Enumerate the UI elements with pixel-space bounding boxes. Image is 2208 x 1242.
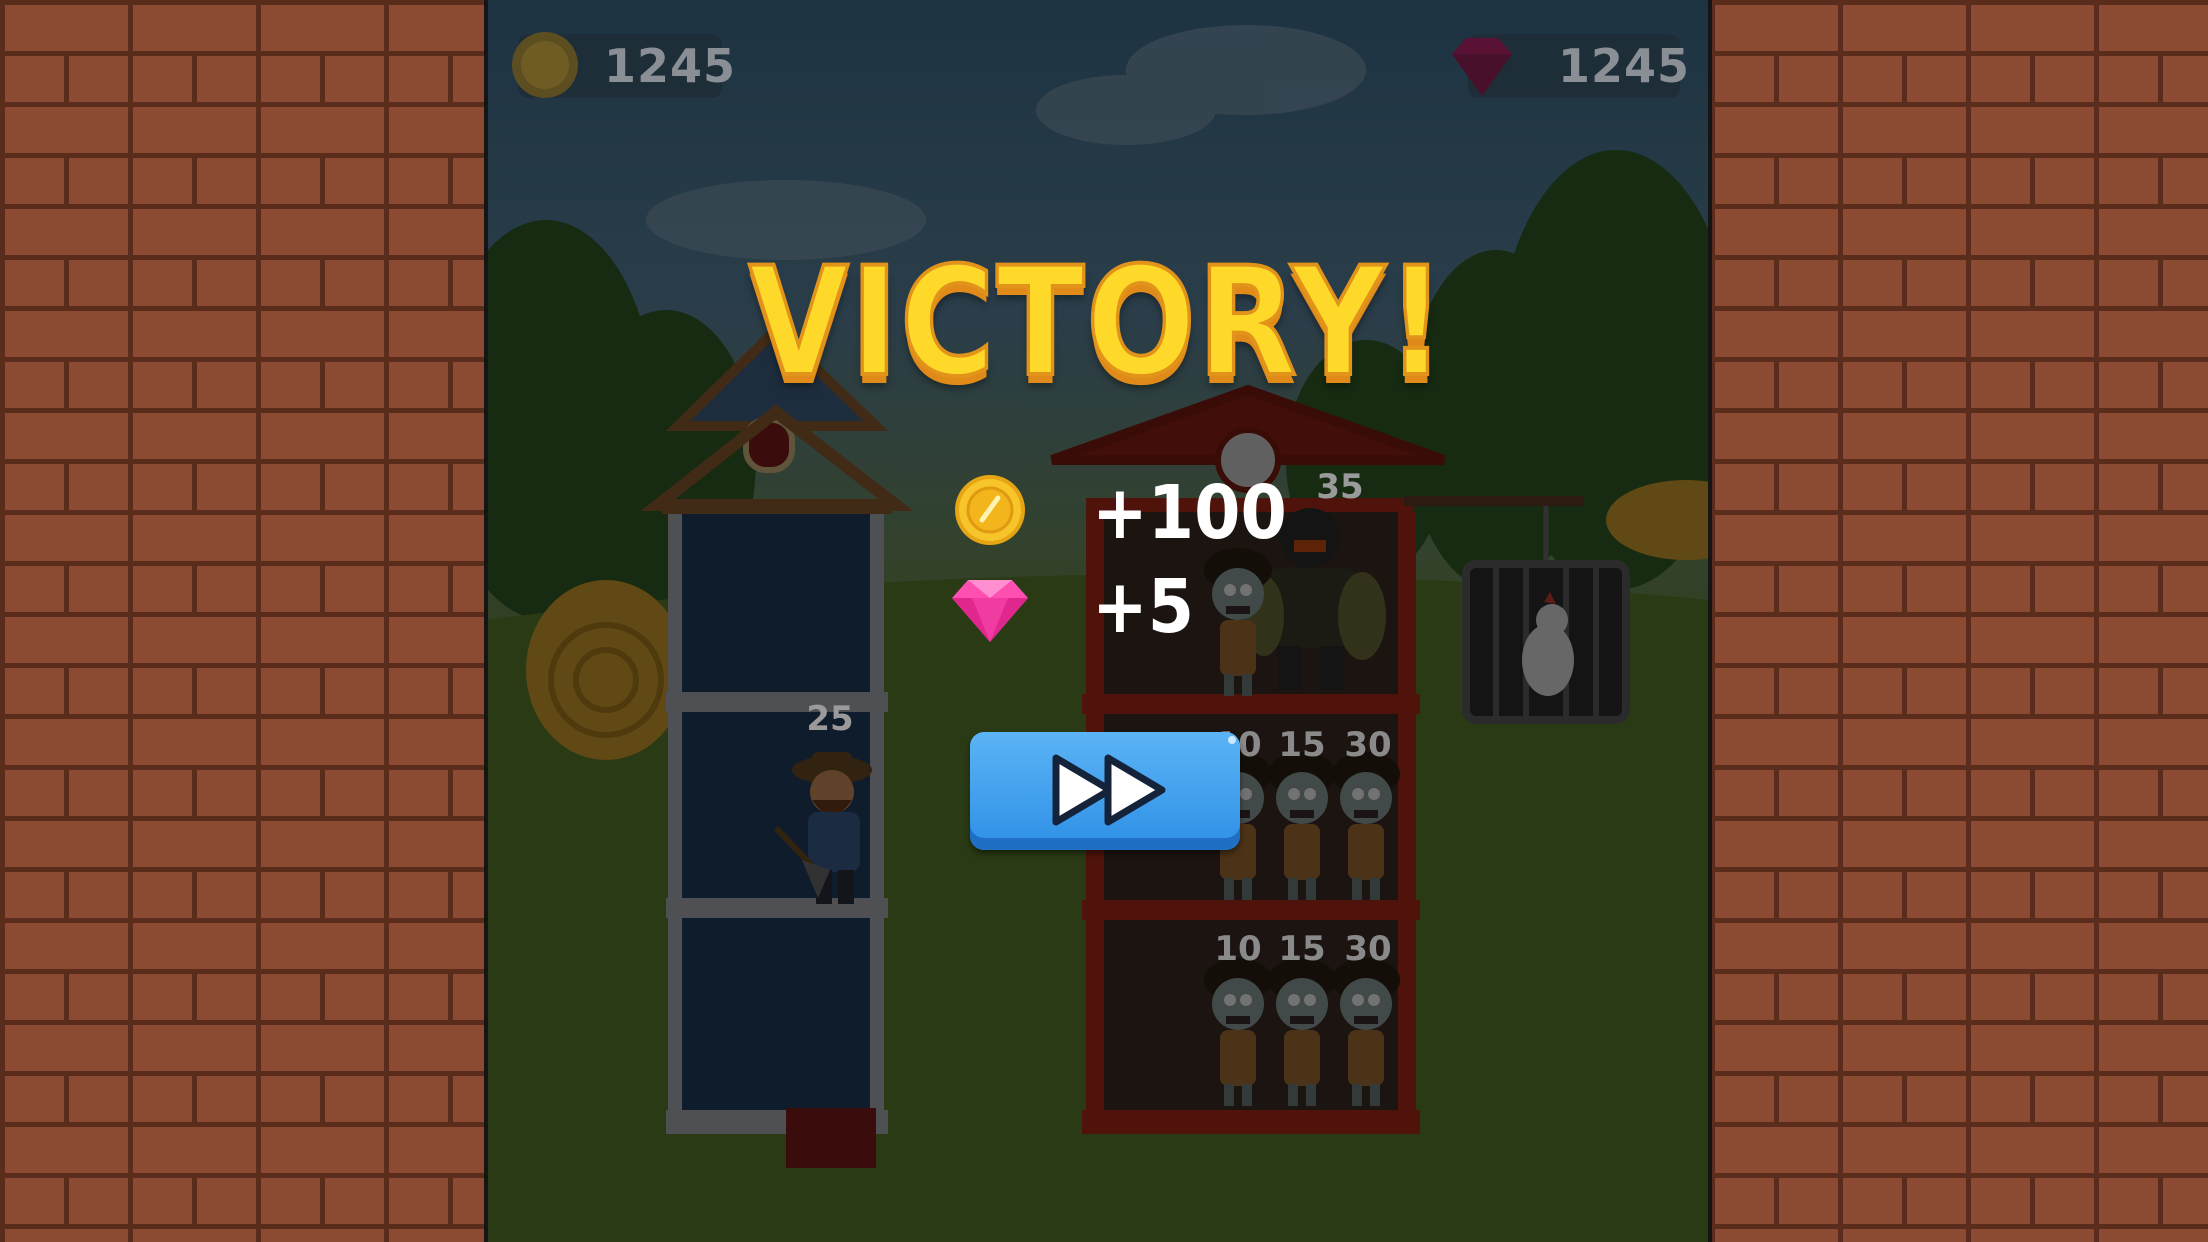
- enemy-power-label: 30: [1344, 929, 1391, 969]
- victory-title: VICTORY!: [747, 234, 1448, 412]
- brick-wall-right: [1710, 0, 2208, 1242]
- player-power-label: 25: [806, 699, 853, 739]
- fast-forward-icon: [1052, 736, 1236, 826]
- brick-wall-left: [0, 0, 486, 1242]
- gem-reward: +5: [1092, 564, 1195, 650]
- viewport-edge-right: [1708, 0, 1712, 1242]
- gem-icon: [1452, 38, 1512, 96]
- coin-reward: +100: [1092, 470, 1287, 556]
- enemy-power-label: 15: [1278, 725, 1325, 765]
- gem-count: 1245: [1558, 39, 1691, 93]
- coin-counter: 1245: [512, 32, 735, 98]
- coin-icon: [955, 475, 1025, 545]
- next-level-button[interactable]: [970, 732, 1240, 850]
- enemy-power-label: 15: [1278, 929, 1325, 969]
- gem-icon: [952, 580, 1028, 642]
- game-viewport: 25 35 101530 101530 1245 1245 VICTORY! +…: [486, 0, 1710, 1242]
- viewport-edge-left: [484, 0, 488, 1242]
- coin-icon: [512, 32, 578, 98]
- enemy-power-label: 30: [1344, 725, 1391, 765]
- enemy-power-label: 10: [1214, 929, 1261, 969]
- gem-counter: 1245: [1452, 34, 1689, 98]
- coin-count: 1245: [604, 39, 737, 93]
- enemy-power-label: 35: [1316, 467, 1363, 507]
